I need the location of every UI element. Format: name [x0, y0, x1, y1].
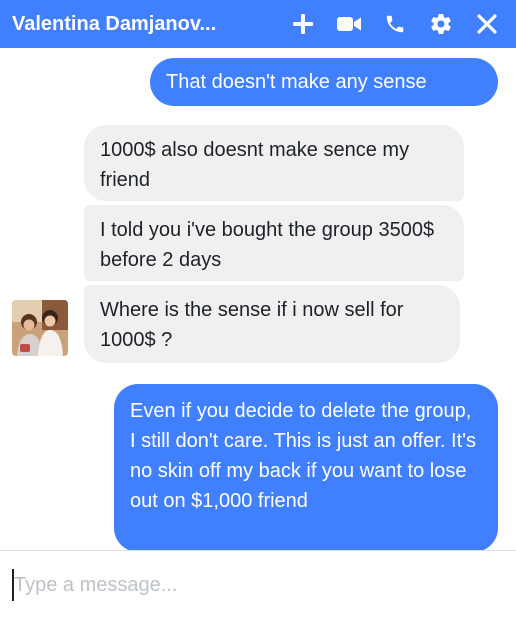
gear-icon[interactable]	[428, 11, 454, 37]
phone-icon[interactable]	[382, 11, 408, 37]
message-bubble-incoming[interactable]: I told you i've bought the group 3500$ b…	[84, 205, 464, 281]
message-input[interactable]	[12, 569, 494, 601]
close-icon[interactable]	[474, 11, 500, 37]
video-camera-icon[interactable]	[336, 11, 362, 37]
message-thread[interactable]: That doesn't make any sense 1000$ also d…	[0, 48, 516, 550]
message-composer	[0, 550, 516, 618]
header-actions	[270, 11, 500, 37]
plus-icon[interactable]	[290, 11, 316, 37]
message-bubble-outgoing[interactable]: That doesn't make any sense	[150, 58, 498, 106]
message-bubble-outgoing[interactable]: Even if you decide to delete the group, …	[114, 384, 498, 550]
avatar[interactable]	[12, 300, 68, 356]
contact-name[interactable]: Valentina Damjanov...	[12, 13, 270, 36]
message-bubble-incoming[interactable]: 1000$ also doesnt make sence my friend	[84, 125, 464, 201]
message-bubble-incoming[interactable]: Where is the sense if i now sell for 100…	[84, 285, 460, 363]
chat-header: Valentina Damjanov...	[0, 0, 516, 48]
